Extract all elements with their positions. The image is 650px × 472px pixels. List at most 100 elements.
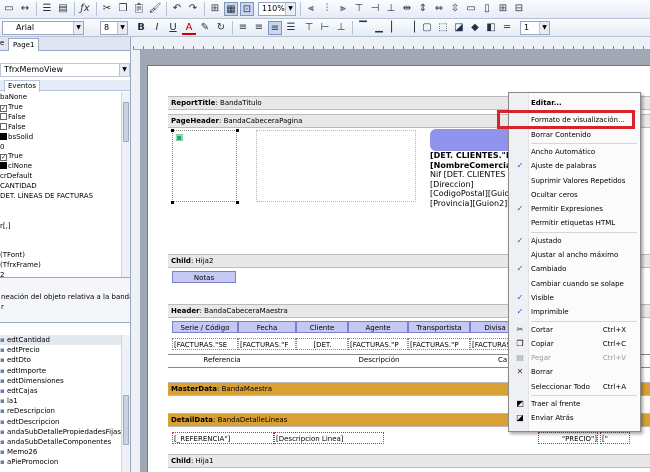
- rotate-text-icon[interactable]: ↻: [214, 21, 228, 35]
- detail-field[interactable]: [_REFERENCIA"]: [172, 432, 274, 444]
- checkbox-icon[interactable]: [0, 122, 7, 130]
- scrollbar-thumb[interactable]: [123, 395, 129, 445]
- client-field[interactable]: Nif [DET. CLIENTES: [430, 170, 520, 180]
- menu-item[interactable]: Cambiar cuando se solape: [509, 277, 640, 291]
- menu-item[interactable]: ✂ Cortar Ctrl+X: [509, 323, 640, 337]
- align-centers-icon[interactable]: ⫶: [320, 2, 334, 16]
- column-header[interactable]: Cliente: [296, 321, 348, 333]
- arrow-icon[interactable]: ↔: [18, 2, 32, 16]
- tree-item[interactable]: ▪ Memo26: [0, 447, 121, 457]
- header-field[interactable]: [FACTURAS."SE: [172, 338, 238, 350]
- frame-left-icon[interactable]: ▏: [388, 21, 402, 35]
- client-field[interactable]: [CodigoPostal][Guion: [430, 189, 520, 199]
- menu-item[interactable]: Ocultar ceros: [509, 188, 640, 202]
- column-header[interactable]: Agente: [348, 321, 408, 333]
- menu-item[interactable]: Ancho Automático: [509, 145, 640, 159]
- menu-item[interactable]: ◩ Traer al frente: [509, 397, 640, 411]
- align-top-icon[interactable]: ⊤: [352, 2, 366, 16]
- space-horizontal-icon[interactable]: ⇹: [400, 2, 414, 16]
- group-icon[interactable]: ⊞: [208, 2, 222, 16]
- tree-item[interactable]: ▪ edtDimensiones: [0, 376, 121, 386]
- size-to-grid-icon[interactable]: ⊞: [496, 2, 510, 16]
- menu-item[interactable]: Permitir etiquetas HTML: [509, 216, 640, 230]
- header-field[interactable]: [FACTURAS."P: [348, 338, 408, 350]
- menu-item[interactable]: Borrar Contenido: [509, 128, 640, 142]
- resize-handle[interactable]: [171, 129, 174, 132]
- menu-item[interactable]: Suprimir Valores Repetidos: [509, 174, 640, 188]
- sub-header[interactable]: Referencia: [172, 356, 272, 364]
- client-field[interactable]: [NombreComercial]: [430, 161, 520, 171]
- detail-field[interactable]: [Descripcion Linea]: [274, 432, 384, 444]
- resize-handle[interactable]: [171, 201, 174, 204]
- scrollbar-thumb[interactable]: [123, 102, 129, 142]
- text-align-center-icon[interactable]: ≡: [252, 21, 266, 35]
- tab-page1[interactable]: Page1: [8, 38, 40, 51]
- tab-partial[interactable]: e: [0, 39, 4, 47]
- redo-icon[interactable]: ↷: [186, 2, 200, 16]
- text-align-right-icon[interactable]: ≡: [268, 21, 282, 35]
- menu-item[interactable]: ✓ Visible: [509, 291, 640, 305]
- frame-color-icon[interactable]: ◧: [484, 21, 498, 35]
- text-align-left-icon[interactable]: ≡: [236, 21, 250, 35]
- tree-scrollbar[interactable]: [121, 335, 130, 472]
- menu-item[interactable]: Ajustar al ancho máximo: [509, 248, 640, 262]
- space-vertical-icon[interactable]: ⇕: [416, 2, 430, 16]
- font-size-combo[interactable]: 8 ▼: [100, 21, 128, 35]
- tree-item[interactable]: ▪ edtDescripcion: [0, 417, 121, 427]
- frame-top-icon[interactable]: ▔: [356, 21, 370, 35]
- properties-icon[interactable]: ▤: [56, 2, 70, 16]
- frame-right-icon[interactable]: ▕: [404, 21, 418, 35]
- font-color-button[interactable]: A: [182, 21, 196, 35]
- page-icon[interactable]: ▭: [2, 2, 16, 16]
- properties-scrollbar[interactable]: [121, 92, 130, 277]
- align-right-edges-icon[interactable]: ⫸: [336, 2, 350, 16]
- tree-item[interactable]: ▪ andaSubDetallePropiedadesFijas: [0, 427, 121, 437]
- list-icon[interactable]: ☰: [40, 2, 54, 16]
- menu-item[interactable]: ◪ Enviar Atrás: [509, 411, 640, 425]
- selected-object[interactable]: [430, 129, 520, 151]
- detail-field[interactable]: [": [600, 432, 630, 444]
- align-to-grid-icon[interactable]: ⊟: [512, 2, 526, 16]
- align-bottom-icon[interactable]: ⊥: [384, 2, 398, 16]
- tree-item[interactable]: ▪ edtCajas: [0, 386, 121, 396]
- bold-button[interactable]: B: [134, 21, 148, 35]
- column-header[interactable]: Serie / Código: [172, 321, 238, 333]
- align-grid-icon[interactable]: ⊡: [240, 2, 254, 16]
- frame-style-icon[interactable]: ═: [500, 21, 514, 35]
- frame-bottom-icon[interactable]: ▁: [372, 21, 386, 35]
- client-field[interactable]: [Provincia][Guion2][P: [430, 199, 520, 209]
- company-box[interactable]: [256, 130, 416, 202]
- center-horizontal-icon[interactable]: ⇔: [432, 2, 446, 16]
- copy-icon[interactable]: ❐: [116, 2, 130, 16]
- fill-color-icon[interactable]: ◆: [468, 21, 482, 35]
- cut-icon[interactable]: ✂: [100, 2, 114, 16]
- tree-item[interactable]: ▪ andaSubDetalleComponentes: [0, 437, 121, 447]
- zoom-combo[interactable]: 110% ▼: [258, 2, 296, 16]
- menu-item[interactable]: ✓ Imprimible: [509, 305, 640, 319]
- picture-object[interactable]: ▣: [172, 130, 237, 202]
- checkbox-icon[interactable]: [0, 112, 7, 120]
- undo-icon[interactable]: ↶: [170, 2, 184, 16]
- shadow-icon[interactable]: ◪: [452, 21, 466, 35]
- detail-field[interactable]: "PRECIO"]: [538, 432, 598, 444]
- column-header[interactable]: Fecha: [238, 321, 296, 333]
- tree-item[interactable]: ▪ edtCantidad: [0, 335, 121, 346]
- frame-none-icon[interactable]: ⬚: [436, 21, 450, 35]
- notas-label[interactable]: Notas: [172, 271, 236, 283]
- column-header[interactable]: Transportista: [408, 321, 470, 333]
- tree-item[interactable]: ▪ edtImporte: [0, 366, 121, 376]
- menu-item[interactable]: ▤ Pegar Ctrl+V: [509, 351, 640, 365]
- menu-item[interactable]: ✓ Permitir Expresiones: [509, 202, 640, 216]
- align-middle-icon[interactable]: ⊣: [368, 2, 382, 16]
- menu-item[interactable]: Editar...: [509, 96, 640, 110]
- highlight-icon[interactable]: ✎: [198, 21, 212, 35]
- menu-item[interactable]: ✓ Ajuste de palabras: [509, 159, 640, 173]
- menu-item[interactable]: ❐ Copiar Ctrl+C: [509, 337, 640, 351]
- header-field[interactable]: [FACTURAS."P: [408, 338, 470, 350]
- header-field[interactable]: [DET.: [296, 338, 348, 350]
- client-field[interactable]: [Direccion]: [430, 180, 520, 190]
- paste-icon[interactable]: 📋︎: [132, 2, 146, 16]
- menu-item[interactable]: ✓ Cambiado: [509, 262, 640, 276]
- italic-button[interactable]: I: [150, 21, 164, 35]
- object-selector[interactable]: TfrxMemoView ▼: [0, 63, 130, 77]
